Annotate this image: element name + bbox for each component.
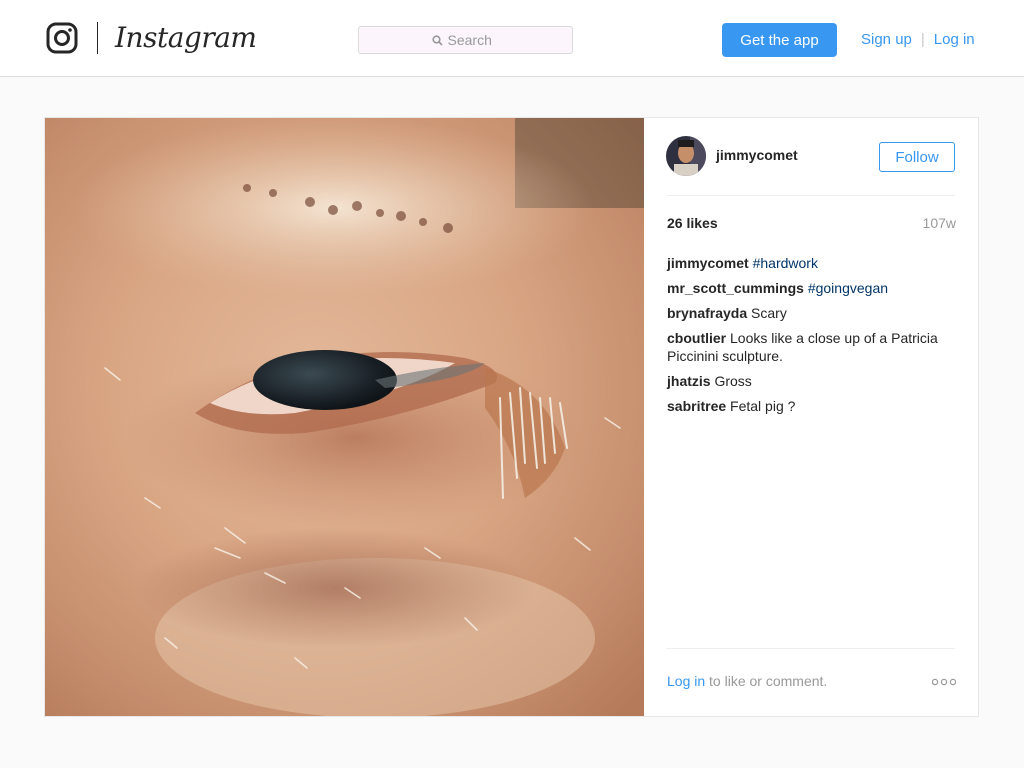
- logo-divider: [97, 22, 98, 54]
- comment-author[interactable]: mr_scott_cummings: [667, 280, 804, 296]
- comment-text: Gross: [714, 373, 752, 389]
- post-age[interactable]: 107w: [923, 215, 956, 231]
- comment-item: mr_scott_cummings #goingvegan: [667, 279, 957, 297]
- comment-author[interactable]: jhatzis: [667, 373, 711, 389]
- divider: [666, 648, 955, 649]
- footer-log-in-link[interactable]: Log in: [667, 673, 705, 689]
- comment-author[interactable]: brynafrayda: [667, 305, 747, 321]
- avatar-image: [666, 136, 706, 176]
- post-photo[interactable]: [45, 118, 644, 716]
- top-navbar: Instagram Get the app Sign up | Log in: [0, 0, 1024, 77]
- comment-list: jimmycomet #hardwork mr_scott_cummings #…: [667, 254, 957, 422]
- auth-links: Sign up | Log in: [861, 30, 975, 50]
- comment-author[interactable]: sabritree: [667, 398, 726, 414]
- comment-item: cboutlier Looks like a close up of a Pat…: [667, 329, 957, 365]
- comment-item: brynafrayda Scary: [667, 304, 957, 322]
- instagram-camera-icon[interactable]: [46, 22, 78, 54]
- search-box[interactable]: [358, 26, 573, 54]
- comment-item: jimmycomet #hardwork: [667, 254, 957, 272]
- post-sidebar: jimmycomet Follow 26 likes 107w jimmycom…: [644, 118, 978, 716]
- post-photo-image: [45, 118, 644, 716]
- log-in-link[interactable]: Log in: [934, 30, 975, 50]
- comment-hashtag[interactable]: #hardwork: [753, 255, 818, 271]
- get-the-app-button[interactable]: Get the app: [722, 23, 837, 57]
- comment-hashtag[interactable]: #goingvegan: [808, 280, 888, 296]
- comment-author[interactable]: jimmycomet: [667, 255, 749, 271]
- search-icon: [431, 34, 443, 46]
- comment-text: Fetal pig ?: [730, 398, 796, 414]
- avatar[interactable]: [666, 136, 706, 176]
- post-author-username[interactable]: jimmycomet: [716, 147, 798, 163]
- post-card: jimmycomet Follow 26 likes 107w jimmycom…: [44, 117, 979, 717]
- login-prompt: Log in to like or comment.: [667, 673, 827, 689]
- follow-button[interactable]: Follow: [879, 142, 955, 172]
- instagram-wordmark[interactable]: Instagram: [115, 19, 257, 57]
- sign-up-link[interactable]: Sign up: [861, 30, 912, 50]
- comment-item: jhatzis Gross: [667, 372, 957, 390]
- comment-text: Scary: [751, 305, 787, 321]
- auth-separator: |: [920, 31, 925, 48]
- comment-author[interactable]: cboutlier: [667, 330, 726, 346]
- search-input[interactable]: [447, 32, 500, 48]
- comment-item: sabritree Fetal pig ?: [667, 397, 957, 415]
- divider: [666, 195, 955, 196]
- likes-count[interactable]: 26 likes: [667, 215, 718, 231]
- more-options-icon[interactable]: [932, 677, 956, 687]
- login-prompt-text: to like or comment.: [705, 673, 828, 689]
